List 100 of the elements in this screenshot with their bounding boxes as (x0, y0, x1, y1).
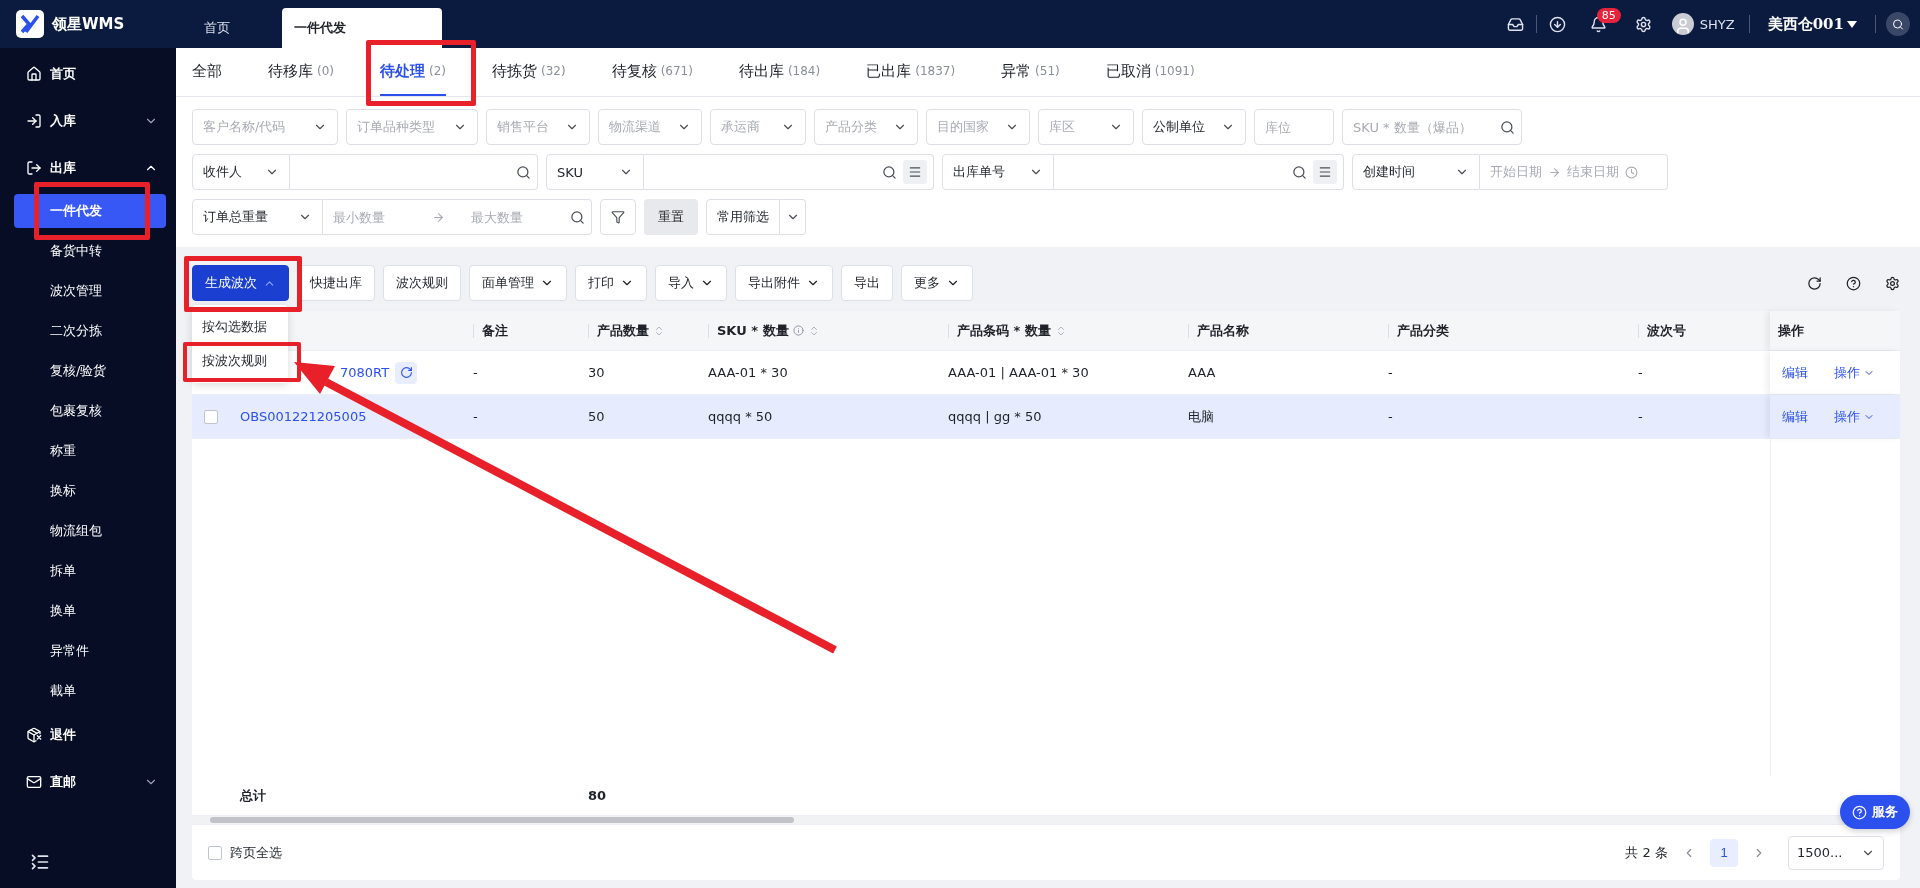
info-icon (792, 325, 804, 336)
help-icon[interactable] (1846, 275, 1861, 291)
toolbar-button[interactable]: 导入 (655, 265, 727, 301)
text-input[interactable]: 库位 (1265, 119, 1327, 135)
menu-item[interactable]: 按勾选数据 (192, 313, 288, 341)
avatar[interactable] (1671, 13, 1694, 35)
select-field[interactable]: 创建时间 (1352, 154, 1480, 190)
toolbar-button[interactable]: 导出附件 (735, 265, 833, 301)
text-input[interactable]: SKU * 数量（爆品） (1353, 119, 1494, 135)
action-link[interactable]: 操作 (1834, 407, 1875, 426)
order-link[interactable]: OBS001221205005 (240, 409, 367, 424)
toolbar-button[interactable]: 打印 (575, 265, 647, 301)
status-tab[interactable]: 待拣货 (32) (492, 48, 566, 96)
sidebar-subitem[interactable]: 包裹复核 (14, 394, 166, 428)
range-field[interactable]: 最小数量 最大数量 (323, 199, 592, 235)
search-field[interactable] (290, 154, 538, 190)
sidebar-item[interactable]: 出库 (0, 144, 176, 191)
select-field[interactable]: SKU (546, 154, 644, 190)
checkbox[interactable] (208, 845, 222, 860)
action-link[interactable]: 编辑 (1782, 363, 1808, 382)
table-cell: AAA (1188, 365, 1216, 380)
search-button[interactable] (1886, 12, 1910, 36)
status-tab[interactable]: 待移库 (0) (268, 48, 334, 96)
settings-icon[interactable] (1634, 15, 1652, 33)
column-header: 备注 (482, 321, 508, 340)
settings-icon[interactable] (1885, 275, 1900, 291)
select-field[interactable]: 公制单位 (1142, 109, 1246, 145)
search-field[interactable] (644, 154, 934, 190)
list-icon (908, 165, 922, 179)
filter-button[interactable] (600, 199, 636, 235)
status-tab[interactable]: 待复核 (671) (611, 48, 693, 96)
total-label: 总计 (240, 786, 266, 805)
download-icon[interactable] (1548, 15, 1566, 33)
status-tab[interactable]: 全部 (192, 48, 222, 96)
select-field[interactable]: 订单总重量 (192, 199, 323, 235)
status-tab[interactable]: 已取消 (1091) (1105, 48, 1195, 96)
page-button[interactable]: 1 (1710, 838, 1738, 867)
sidebar-subitem[interactable]: 物流组包 (14, 514, 166, 548)
search-icon (1500, 119, 1515, 135)
search-icon (570, 209, 585, 225)
refresh-icon[interactable] (1807, 275, 1822, 291)
select-field[interactable]: 收件人 (192, 154, 290, 190)
select-field[interactable]: 出库单号 (942, 154, 1054, 190)
table-cell: 电脑 (1188, 407, 1214, 426)
warehouse-selector[interactable]: 美西仓001 (1761, 13, 1863, 35)
reset-button[interactable]: 重置 (644, 199, 698, 235)
order-link[interactable]: 7080RT (340, 365, 390, 380)
checkbox[interactable] (204, 409, 218, 424)
primary-button[interactable]: 生成波次 (192, 265, 289, 301)
toolbar-button[interactable]: 更多 (901, 265, 973, 301)
app-name: 领星WMS (52, 14, 126, 34)
list-button[interactable] (903, 160, 927, 184)
sidebar-subitem[interactable]: 一件代发 (14, 194, 166, 228)
status-tab[interactable]: 已出库 (1837) (866, 48, 956, 96)
sidebar-subitem[interactable]: 换单 (14, 594, 166, 628)
sidebar-item[interactable]: 退件 (0, 711, 176, 758)
status-tab[interactable]: 异常 (51) (1001, 48, 1060, 96)
action-link[interactable]: 编辑 (1782, 407, 1808, 426)
sidebar-subitem[interactable]: 换标 (14, 474, 166, 508)
sidebar-icon (26, 773, 42, 790)
table-cell: qqqq * 50 (708, 409, 773, 424)
sidebar-subitem[interactable]: 拆单 (14, 554, 166, 588)
toolbar-button[interactable]: 波次规则 (383, 265, 461, 301)
inbox-icon[interactable] (1506, 15, 1524, 33)
search-field[interactable]: SKU * 数量（爆品） (1342, 109, 1522, 145)
search-field[interactable] (1054, 154, 1344, 190)
status-tab[interactable]: 待出库 (184) (738, 48, 821, 96)
sidebar-subitem[interactable]: 复核/验货 (14, 354, 166, 388)
page-size-select[interactable]: 1500... (1788, 835, 1884, 870)
table-cell: qqqq | gg * 50 (948, 409, 1042, 424)
checkbox-label: 跨页全选 (230, 843, 282, 862)
input-field[interactable]: 库位 (1254, 109, 1334, 145)
max-input[interactable]: 最大数量 (451, 209, 564, 225)
list-icon (1318, 165, 1332, 179)
sidebar-item[interactable]: 直邮 (0, 758, 176, 805)
page-tab[interactable]: 一件代发 (282, 8, 442, 48)
saved-filters-button[interactable]: 常用筛选 (706, 199, 780, 235)
table-row[interactable]: OBS001221205005 - 50 qqqq * 50 qqqq | gg * 50 电脑 - - 编辑 操作 (192, 395, 1900, 439)
sidebar-item[interactable]: 入库 (0, 97, 176, 144)
sidebar-item[interactable]: 首页 (0, 50, 176, 97)
sync-icon[interactable] (395, 361, 418, 384)
column-header: 产品分类 (1397, 321, 1449, 340)
service-button[interactable]: 服务 (1840, 795, 1910, 829)
min-input[interactable]: 最小数量 (333, 209, 426, 225)
sidebar-subitem[interactable]: 称重 (14, 434, 166, 468)
sidebar-subitem[interactable]: 二次分拣 (14, 314, 166, 348)
page-tab[interactable]: 首页 (192, 8, 282, 48)
column-header: 产品数量 (597, 321, 665, 340)
sidebar-subitem[interactable]: 异常件 (14, 634, 166, 668)
action-link[interactable]: 操作 (1834, 363, 1875, 382)
table-cell: AAA-01 | AAA-01 * 30 (948, 365, 1089, 380)
toolbar-button[interactable]: 导出 (841, 265, 893, 301)
sidebar-subitem[interactable]: 波次管理 (14, 274, 166, 308)
sidebar-subitem[interactable]: 截单 (14, 674, 166, 708)
total-value: 80 (588, 788, 607, 803)
toolbar-button[interactable]: 面单管理 (469, 265, 567, 301)
list-button[interactable] (1313, 160, 1337, 184)
scrollbar-thumb[interactable] (210, 817, 794, 823)
sidebar-icon (26, 112, 42, 129)
sidebar-subitem[interactable]: 备货中转 (14, 234, 166, 268)
